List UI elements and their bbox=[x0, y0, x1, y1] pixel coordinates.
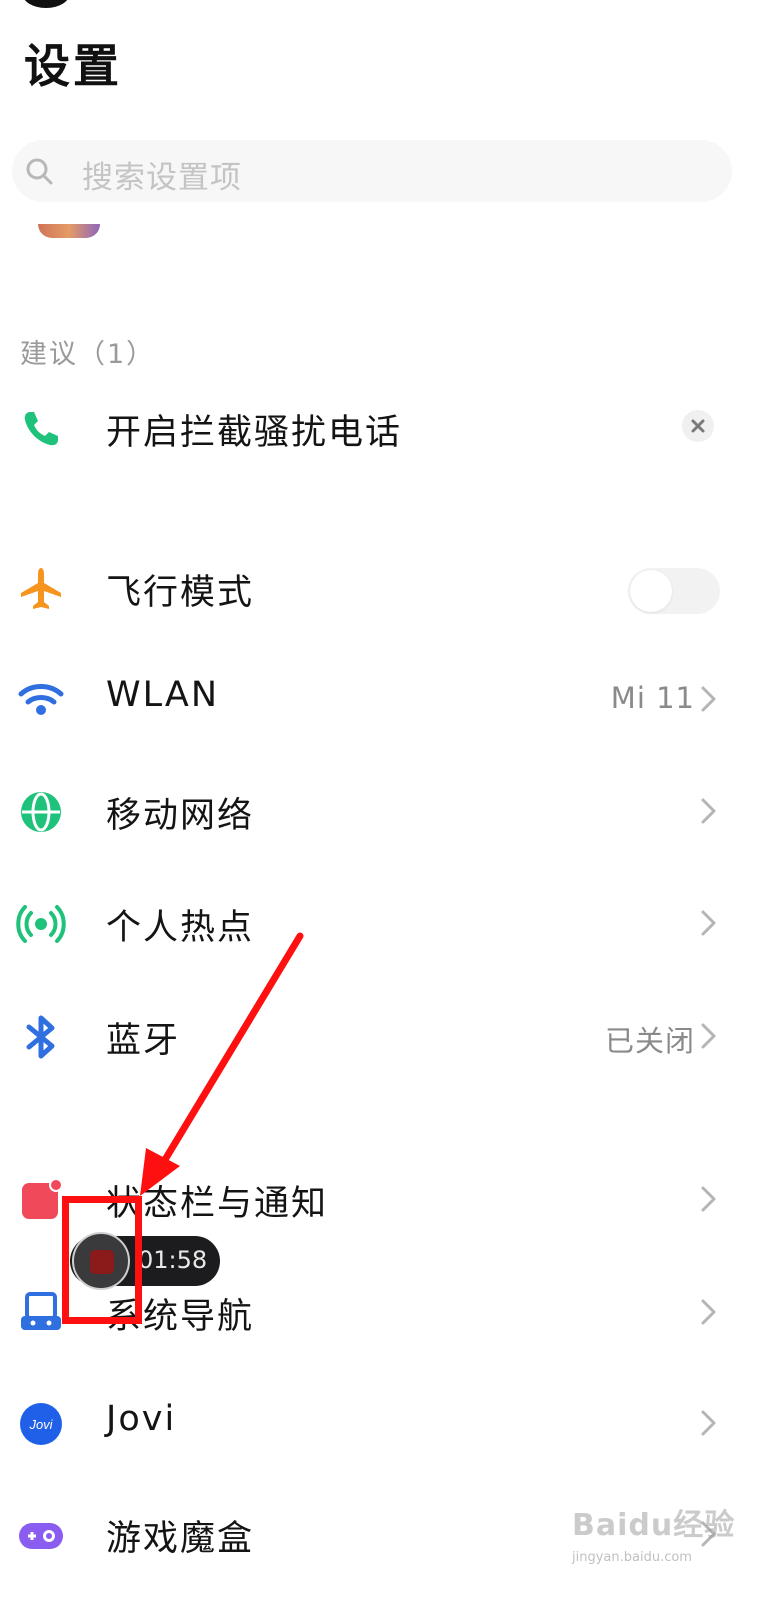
bluetooth-icon bbox=[26, 1015, 55, 1059]
search-icon bbox=[26, 158, 53, 185]
bluetooth-label: 蓝牙 bbox=[106, 1021, 181, 1061]
bluetooth-status: 已关闭 bbox=[604, 1024, 695, 1058]
chevron-right-icon bbox=[701, 910, 716, 936]
airplane-mode-label: 飞行模式 bbox=[106, 573, 255, 613]
navigation-icon bbox=[21, 1292, 61, 1330]
setting-jovi[interactable]: Jovi Jovi bbox=[0, 1381, 761, 1461]
suggestions-header: 建议（1） bbox=[20, 339, 156, 370]
close-icon bbox=[691, 419, 705, 433]
page-title: 设置 bbox=[24, 39, 122, 93]
annotation-highlight-box bbox=[62, 1196, 142, 1324]
globe-icon bbox=[21, 792, 61, 832]
camera-notch bbox=[22, 0, 70, 8]
account-avatar[interactable] bbox=[38, 224, 100, 238]
watermark-title: Baidu经验 bbox=[572, 1508, 736, 1543]
watermark-url: jingyan.baidu.com bbox=[572, 1550, 692, 1565]
jovi-icon: Jovi bbox=[20, 1403, 62, 1445]
search-bar[interactable]: 搜索设置项 bbox=[12, 140, 732, 202]
toggle-knob bbox=[630, 570, 672, 612]
phone-icon bbox=[24, 412, 58, 446]
setting-bluetooth[interactable]: 蓝牙 已关闭 bbox=[0, 994, 761, 1074]
search-placeholder: 搜索设置项 bbox=[82, 160, 242, 196]
notification-icon bbox=[22, 1178, 63, 1219]
jovi-label: Jovi bbox=[106, 1399, 177, 1439]
chevron-right-icon bbox=[701, 1186, 716, 1212]
recording-timer: 01:58 bbox=[138, 1246, 208, 1274]
chevron-right-icon bbox=[701, 1023, 716, 1049]
wlan-label: WLAN bbox=[106, 675, 220, 715]
setting-wlan[interactable]: WLAN Mi 11 bbox=[0, 657, 761, 737]
hotspot-label: 个人热点 bbox=[106, 908, 255, 948]
setting-mobile-network[interactable]: 移动网络 bbox=[0, 769, 761, 849]
jovi-icon-text: Jovi bbox=[28, 1417, 53, 1432]
dismiss-suggestion-button[interactable] bbox=[682, 410, 714, 442]
suggestion-block-harassment-calls[interactable]: 开启拦截骚扰电话 bbox=[0, 386, 761, 466]
setting-personal-hotspot[interactable]: 个人热点 bbox=[0, 881, 761, 961]
setting-airplane-mode[interactable]: 飞行模式 bbox=[0, 546, 761, 626]
chevron-right-icon bbox=[701, 686, 716, 712]
watermark: Baidu经验 jingyan.baidu.com bbox=[572, 1500, 752, 1584]
hotspot-icon bbox=[16, 905, 66, 943]
wifi-icon bbox=[18, 684, 64, 715]
gamepad-icon bbox=[19, 1523, 63, 1549]
game-box-label: 游戏魔盒 bbox=[106, 1519, 255, 1559]
airplane-mode-toggle[interactable] bbox=[628, 568, 720, 614]
mobile-network-label: 移动网络 bbox=[106, 796, 255, 836]
suggestion-label: 开启拦截骚扰电话 bbox=[106, 413, 403, 453]
settings-screen: 设置 搜索设置项 建议（1） 开启拦截骚扰电话 飞行模式 WLAN Mi 11 … bbox=[0, 0, 761, 1600]
airplane-icon bbox=[21, 568, 61, 609]
chevron-right-icon bbox=[701, 798, 716, 824]
wlan-network-name: Mi 11 bbox=[610, 681, 695, 715]
chevron-right-icon bbox=[701, 1410, 716, 1436]
chevron-right-icon bbox=[701, 1299, 716, 1325]
